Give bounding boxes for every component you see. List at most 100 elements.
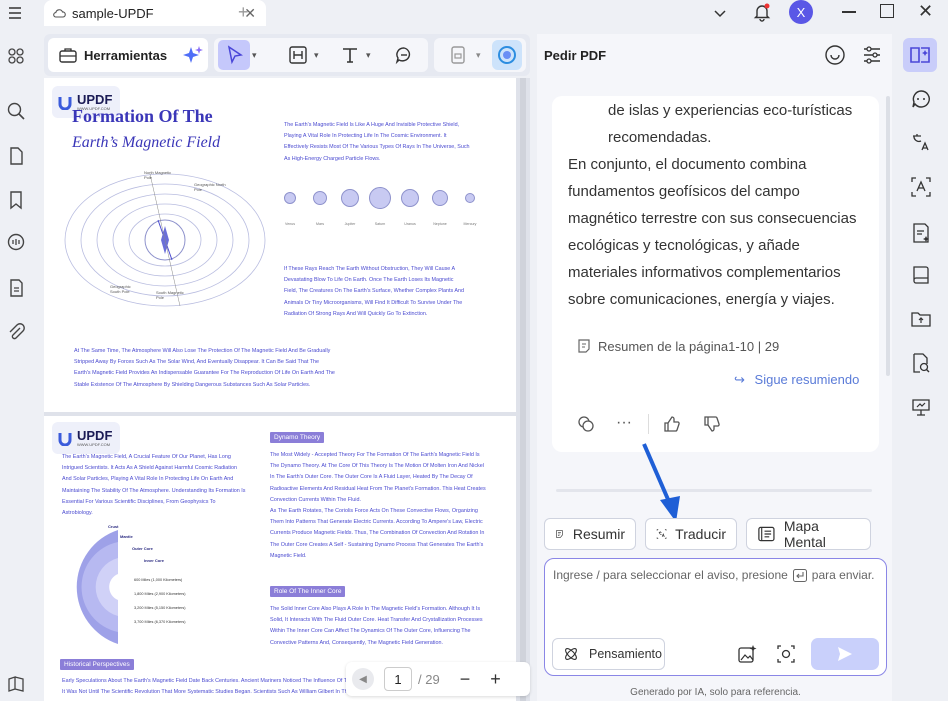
edit-tools-group: ▾ ▾ ▾ bbox=[214, 38, 428, 72]
comment-tool-icon[interactable] bbox=[394, 45, 414, 65]
mind-map-button[interactable]: Mapa Mental bbox=[746, 518, 871, 550]
bookmark-icon[interactable] bbox=[6, 190, 26, 210]
summarize-icon bbox=[556, 530, 563, 538]
historical-text: Early Speculations About The Earth's Mag… bbox=[62, 678, 360, 696]
planet-label: Mercury bbox=[463, 222, 477, 226]
avatar[interactable]: X bbox=[789, 0, 813, 24]
ocr-text-icon[interactable] bbox=[910, 176, 932, 198]
export-folder-icon[interactable] bbox=[910, 308, 932, 330]
thumbnails-icon[interactable] bbox=[6, 46, 26, 66]
ai-disclaimer: Generado por IA, solo para referencia. bbox=[630, 687, 801, 698]
translate-doc-icon[interactable] bbox=[910, 132, 932, 154]
search-icon[interactable] bbox=[6, 101, 26, 121]
text-tool-icon[interactable] bbox=[340, 45, 360, 65]
viewer-scrollbar[interactable] bbox=[520, 78, 526, 701]
close-window-button[interactable]: ✕ bbox=[918, 1, 933, 22]
chat-bot-icon[interactable] bbox=[910, 88, 932, 110]
document-viewer[interactable]: UPDF WWW.UPDF.COM Formation Of The Earth… bbox=[44, 78, 530, 701]
new-tab-icon[interactable]: + bbox=[238, 2, 249, 23]
label-north-magnetic: North Magnetic Pole bbox=[144, 170, 172, 180]
message-line: de islas y experiencias eco-turísticas bbox=[608, 102, 853, 119]
document-tab[interactable]: sample-UPDF ✕ bbox=[44, 0, 266, 26]
attachment-page-icon[interactable] bbox=[6, 278, 26, 298]
image-sparkle-icon[interactable] bbox=[737, 644, 757, 664]
chat-divider bbox=[556, 489, 872, 492]
page-icon[interactable] bbox=[6, 146, 26, 166]
page1-paragraph-3: At The Same Time, The Atmosphere Will Al… bbox=[74, 348, 335, 388]
planet-circle bbox=[432, 190, 448, 206]
depth-label: 3,700 Miles (6,370 Kilometers) bbox=[134, 620, 186, 624]
continue-arrow-icon: ↪ bbox=[734, 372, 745, 387]
text-box-chevron-icon[interactable]: ▾ bbox=[314, 50, 319, 61]
send-button[interactable] bbox=[811, 638, 879, 670]
ask-pdf-tab[interactable] bbox=[903, 38, 937, 72]
save-icon[interactable] bbox=[448, 45, 468, 65]
planet-circle bbox=[369, 187, 391, 209]
app-menu-icon[interactable] bbox=[6, 4, 24, 22]
planet-label: Saturn bbox=[374, 222, 386, 226]
chat-scrollbar[interactable] bbox=[886, 96, 890, 376]
text-tool-chevron-icon[interactable]: ▾ bbox=[366, 50, 371, 61]
chevron-down-icon[interactable] bbox=[712, 5, 728, 21]
presentation-icon[interactable] bbox=[910, 396, 932, 418]
comments-icon[interactable] bbox=[6, 232, 26, 252]
planet-label: Uranus bbox=[404, 222, 416, 226]
notification-bell-icon[interactable] bbox=[752, 2, 772, 22]
summarize-button[interactable]: Resumir bbox=[544, 518, 636, 550]
ai-sparkle-icon[interactable] bbox=[182, 45, 204, 67]
text-box-icon[interactable] bbox=[288, 45, 308, 65]
planet-circle bbox=[341, 189, 359, 207]
enter-key-icon bbox=[792, 568, 807, 582]
planet-circle bbox=[465, 193, 475, 203]
page-number-input[interactable]: 1 bbox=[384, 667, 412, 691]
prev-page-button[interactable]: ◀ bbox=[352, 668, 374, 690]
dynamo-theory-heading: Dynamo Theory bbox=[270, 432, 325, 443]
depth-label: 600 Miles (1,000 Kilometers) bbox=[134, 578, 183, 582]
page-navigation: ◀ 1 / 29 − + bbox=[346, 662, 530, 696]
layers-icon[interactable] bbox=[6, 674, 26, 694]
core-layer-label: Crust bbox=[108, 524, 119, 529]
planet-label: Venus bbox=[285, 222, 295, 226]
thinking-mode-button[interactable]: Pensamiento bbox=[552, 638, 665, 670]
copy-icon[interactable] bbox=[576, 414, 596, 434]
mind-map-icon bbox=[758, 526, 775, 542]
ai-assistant-button[interactable] bbox=[492, 40, 522, 70]
core-labels: Crust Mantle Outer Core Inner Core 600 Miles… bbox=[108, 416, 228, 646]
message-line: recomendadas. bbox=[608, 129, 712, 146]
tools-button[interactable]: Herramientas bbox=[48, 38, 208, 72]
minimize-button[interactable] bbox=[842, 11, 856, 13]
save-chevron-icon[interactable]: ▾ bbox=[476, 50, 481, 61]
thumbs-up-icon[interactable] bbox=[662, 414, 682, 434]
zoom-in-button[interactable]: + bbox=[490, 669, 501, 690]
planet-label: Neptune bbox=[433, 222, 447, 226]
inner-core-text: The Solid Inner Core Also Plays A Role I… bbox=[270, 606, 483, 646]
select-tool-chevron-icon[interactable]: ▾ bbox=[252, 50, 257, 61]
depth-label: 3,200 Miles (5,150 Kilometers) bbox=[134, 606, 186, 610]
more-options-icon[interactable]: ··· bbox=[616, 414, 636, 434]
summary-reference[interactable]: Resumen de la página1-10 | 29 bbox=[576, 338, 779, 354]
thumbs-down-icon[interactable] bbox=[702, 414, 722, 434]
select-tool-button[interactable] bbox=[218, 40, 250, 70]
paperclip-icon[interactable] bbox=[6, 322, 26, 342]
core-layer-label: Outer Core bbox=[132, 546, 153, 551]
annotation-arrow bbox=[642, 443, 680, 522]
ai-page-icon[interactable] bbox=[910, 222, 932, 244]
screenshot-camera-icon[interactable] bbox=[776, 644, 796, 664]
settings-sliders-icon[interactable] bbox=[861, 44, 883, 66]
search-document-icon[interactable] bbox=[910, 352, 932, 374]
book-icon[interactable] bbox=[910, 264, 932, 286]
page-total: / 29 bbox=[418, 671, 440, 687]
chat-input-placeholder[interactable]: Ingrese / para seleccionar el aviso, pre… bbox=[553, 568, 875, 582]
label-south-magnetic: South Magnetic Pole bbox=[156, 290, 184, 300]
chat-title: Pedir PDF bbox=[544, 48, 607, 63]
maximize-button[interactable] bbox=[880, 4, 894, 18]
dynamo-theory-text: The Most Widely - Accepted Theory For Th… bbox=[270, 452, 486, 503]
continue-summary-link[interactable]: ↪ Sigue resumiendo bbox=[734, 372, 859, 388]
zoom-out-button[interactable]: − bbox=[460, 669, 471, 690]
summarize-label: Resumir bbox=[572, 526, 625, 542]
label-geographic-north: Geographic North Pole bbox=[194, 182, 226, 192]
history-clock-icon[interactable] bbox=[824, 44, 846, 66]
label-geographic-south: Geographic South Pole bbox=[110, 284, 131, 294]
extra-tools-group: ▾ bbox=[434, 38, 526, 72]
translate-button[interactable]: Traducir bbox=[645, 518, 737, 550]
